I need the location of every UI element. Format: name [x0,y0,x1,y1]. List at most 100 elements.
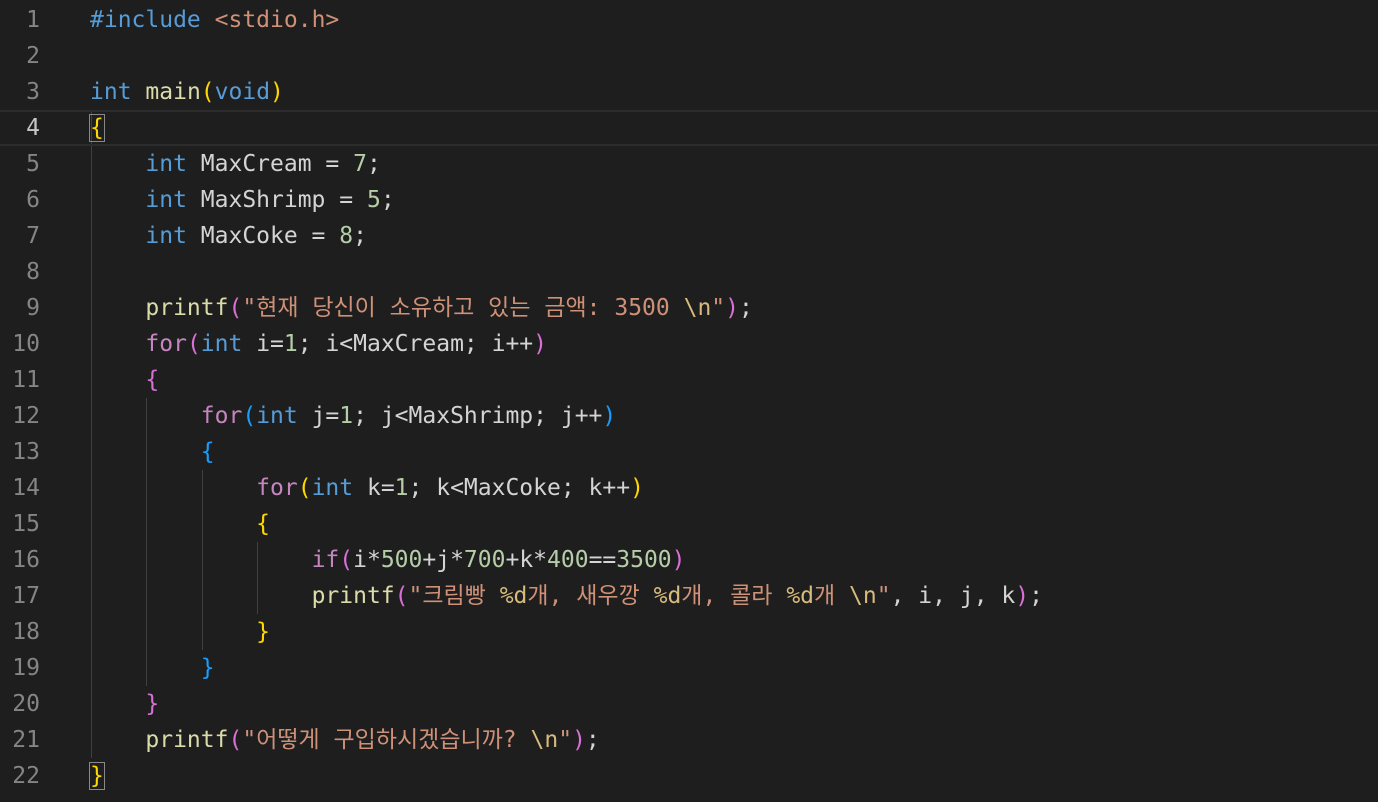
code-token: ; i<MaxCream; i++ [297,331,534,357]
code-token: ; k<MaxCoke; k++ [408,475,631,501]
code-line[interactable]: 3 int main(void) [0,74,1378,110]
code-token: 개, 새우깡 [527,583,654,609]
code-token: for [256,475,298,501]
code-token: ; [353,223,367,249]
code-token: i= [242,331,284,357]
code-token: ; [380,187,395,213]
line-code: int MaxShrimp = 5; [90,182,395,218]
code-line[interactable]: 6 int MaxShrimp = 5; [0,182,1378,218]
line-code: } [90,614,270,650]
code-editor[interactable]: 1 #include <stdio.h> 2 3 int main(void) 4{5 i… [0,0,1378,802]
code-token: { [256,511,271,537]
code-token: for [200,403,243,429]
code-line[interactable]: 15 { [0,506,1378,542]
line-code: printf("현재 당신이 소유하고 있는 금액: 3500 \n"); [90,290,752,326]
code-token: +k* [505,547,548,573]
code-line[interactable]: 22} [0,758,1378,794]
line-number: 19 [12,655,40,681]
code-token: 500 [380,547,423,573]
line-code: int MaxCream = 7; [90,146,381,182]
code-token: 1 [283,331,298,357]
code-token: 개, 콜라 [681,583,787,609]
code-line[interactable]: 12 for(int j=1; j<MaxShrimp; j++) [0,398,1378,434]
code-token: "어떻게 구입하시겠습니까? [242,727,531,753]
code-token: void [214,79,271,105]
code-token: ; [585,727,600,753]
line-number: 4 [26,115,40,141]
line-number: 22 [12,763,40,789]
code-line[interactable]: 5 int MaxCream = 7; [0,146,1378,182]
code-token: ) [602,403,617,429]
code-line[interactable]: 16 if(i*500+j*700+k*400==3500) [0,542,1378,578]
code-token: %d [786,583,815,609]
line-number: 9 [26,295,40,321]
code-token: 700 [463,547,506,573]
code-token: i* [353,547,381,573]
code-line[interactable]: 17 printf("크림빵 %d개, 새우깡 %d개, 콜라 %d개 \n",… [0,578,1378,614]
code-token: == [588,547,617,573]
code-token: ) [671,547,686,573]
code-token: "크림빵 [408,583,500,609]
code-token: j= [297,403,340,429]
code-line[interactable]: 9 printf("현재 당신이 소유하고 있는 금액: 3500 \n"); [0,290,1378,326]
code-token: " [558,727,573,753]
code-token: 1 [339,403,354,429]
code-token: " [711,295,726,321]
code-line[interactable]: 1 #include <stdio.h> [0,2,1378,38]
code-line[interactable]: 4{ [0,110,1378,146]
code-token: 7 [353,151,367,177]
line-number: 14 [12,475,40,501]
code-token: int [145,151,187,177]
code-token: #include [90,7,201,33]
line-code: int MaxCoke = 8; [90,218,367,254]
code-line[interactable]: 2 [0,38,1378,74]
code-token: \n [849,583,877,609]
line-number: 20 [12,691,40,717]
line-number: 12 [12,403,40,429]
code-token: 3500 [616,547,672,573]
code-token: { [89,114,105,142]
code-token: ( [394,583,409,609]
code-line[interactable]: 21 printf("어떻게 구입하시겠습니까? \n"); [0,722,1378,758]
line-code: for(int j=1; j<MaxShrimp; j++) [90,398,616,434]
code-token: ; [366,151,381,177]
code-token: %d [653,583,682,609]
code-token: if [311,547,340,573]
code-token: ) [533,331,548,357]
line-code: } [90,686,159,722]
line-code: for(int k=1; k<MaxCoke; k++) [90,470,644,506]
line-code: int main(void) [90,74,284,110]
code-line[interactable]: 8 [0,254,1378,290]
code-line[interactable]: 13 { [0,434,1378,470]
code-token: ( [339,547,354,573]
code-line[interactable]: 14 for(int k=1; k<MaxCoke; k++) [0,470,1378,506]
code-line[interactable]: 18 } [0,614,1378,650]
code-line[interactable]: 10 for(int i=1; i<MaxCream; i++) [0,326,1378,362]
code-token: } [89,762,105,790]
code-token: 1 [394,475,409,501]
code-token: 5 [366,187,381,213]
line-code: { [89,112,105,144]
code-token: { [200,439,215,465]
line-number: 3 [26,79,40,105]
code-line[interactable]: 19 } [0,650,1378,686]
code-token: , i, j, k [890,583,1016,609]
code-line[interactable]: 7 int MaxCoke = 8; [0,218,1378,254]
line-code: } [89,758,105,794]
code-line[interactable]: 20 } [0,686,1378,722]
code-token: ) [270,79,284,105]
code-line[interactable]: 11 { [0,362,1378,398]
line-number: 21 [12,727,40,753]
line-code: { [90,362,159,398]
code-token: 400 [547,547,589,573]
code-token: ( [228,727,243,753]
